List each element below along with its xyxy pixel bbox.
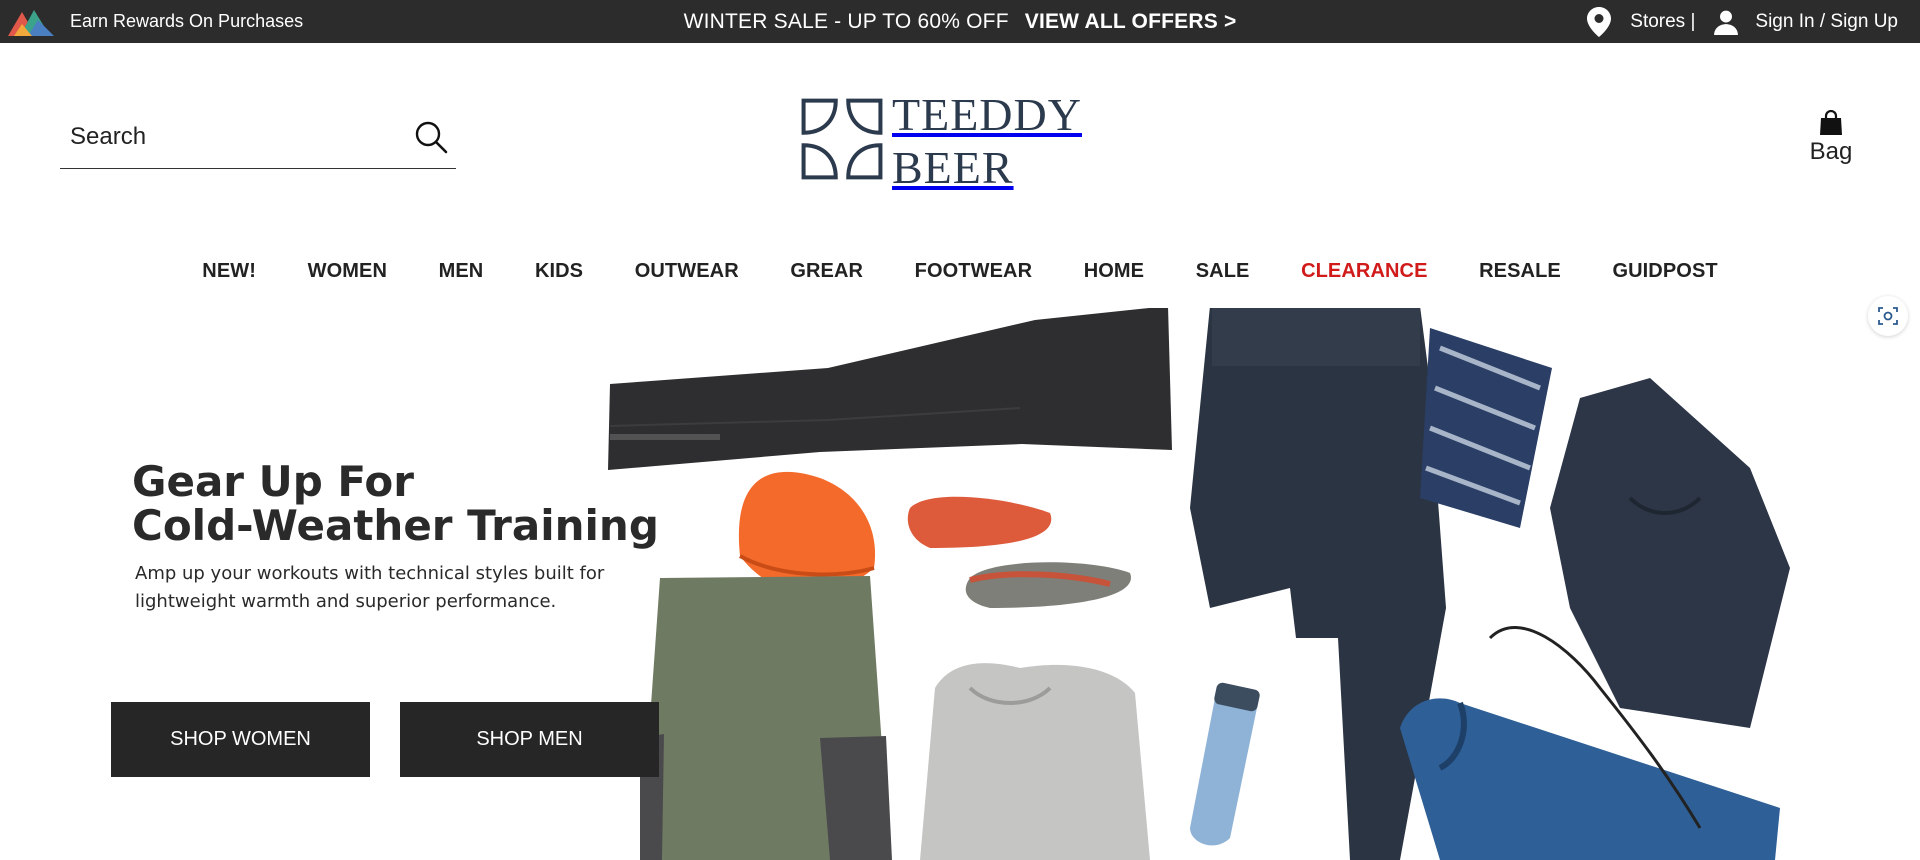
hero-subtitle: Amp up your workouts with technical styl… [135,563,605,612]
hero-title-line1: Gear Up For [132,457,414,506]
promo-text: WINTER SALE - UP TO 60% OFF [683,9,1009,33]
search-input[interactable] [60,108,400,166]
location-pin-icon [1587,6,1612,37]
stores-link[interactable]: Stores | [1630,11,1695,33]
promo-bar: Earn Rewards On Purchases WINTER SALE - … [0,0,1920,43]
nav-item-clearance[interactable]: CLEARANCE [1301,260,1427,283]
nav-item-resale[interactable]: RESALE [1479,260,1561,283]
nav-item-men[interactable]: MEN [439,260,484,283]
logo-mark-icon [801,98,883,180]
nav-item-sale[interactable]: SALE [1196,260,1250,283]
mountain-logo-icon [8,9,54,36]
bag-button[interactable]: Bag [1801,110,1861,170]
brand-logo[interactable]: TEEDDY BEER [800,89,1180,193]
nav-item-guidpost[interactable]: GUIDPOST [1612,260,1717,283]
shop-men-button[interactable]: SHOP MEN [400,702,659,777]
nav-item-women[interactable]: WOMEN [308,260,387,283]
nav-item-new[interactable]: NEW! [202,260,256,283]
sign-in-link[interactable]: Sign In / Sign Up [1755,11,1898,33]
nav-item-outwear[interactable]: OUTWEAR [635,260,739,283]
rewards-label: Earn Rewards On Purchases [70,11,304,31]
shop-women-button[interactable]: SHOP WOMEN [111,702,370,777]
view-all-offers-link[interactable]: VIEW ALL OFFERS > [1025,10,1237,34]
bag-label: Bag [1809,138,1853,165]
account-area: Stores | Sign In / Sign Up [1586,0,1898,43]
hero-title-line2: Cold-Weather Training [132,501,659,550]
nav-item-grear[interactable]: GREAR [790,260,863,283]
search-bar [60,108,456,169]
nav-item-home[interactable]: HOME [1084,260,1144,283]
nav-item-footwear[interactable]: FOOTWEAR [915,260,1032,283]
hero-product-image [608,308,1790,860]
rewards-link[interactable]: Earn Rewards On Purchases [8,0,303,43]
nav-item-kids[interactable]: KIDS [535,260,583,283]
brand-name: TEEDDY BEER [892,89,1082,193]
user-icon [1714,10,1739,35]
main-nav: NEW! WOMEN MEN KIDS OUTWEAR GREAR FOOTWE… [0,256,1920,286]
search-icon[interactable] [414,120,448,154]
hero-title: Gear Up For Cold-Weather Training [132,457,659,550]
hero-banner: Gear Up For Cold-Weather Training Amp up… [0,308,1920,860]
bag-icon [1820,110,1842,135]
